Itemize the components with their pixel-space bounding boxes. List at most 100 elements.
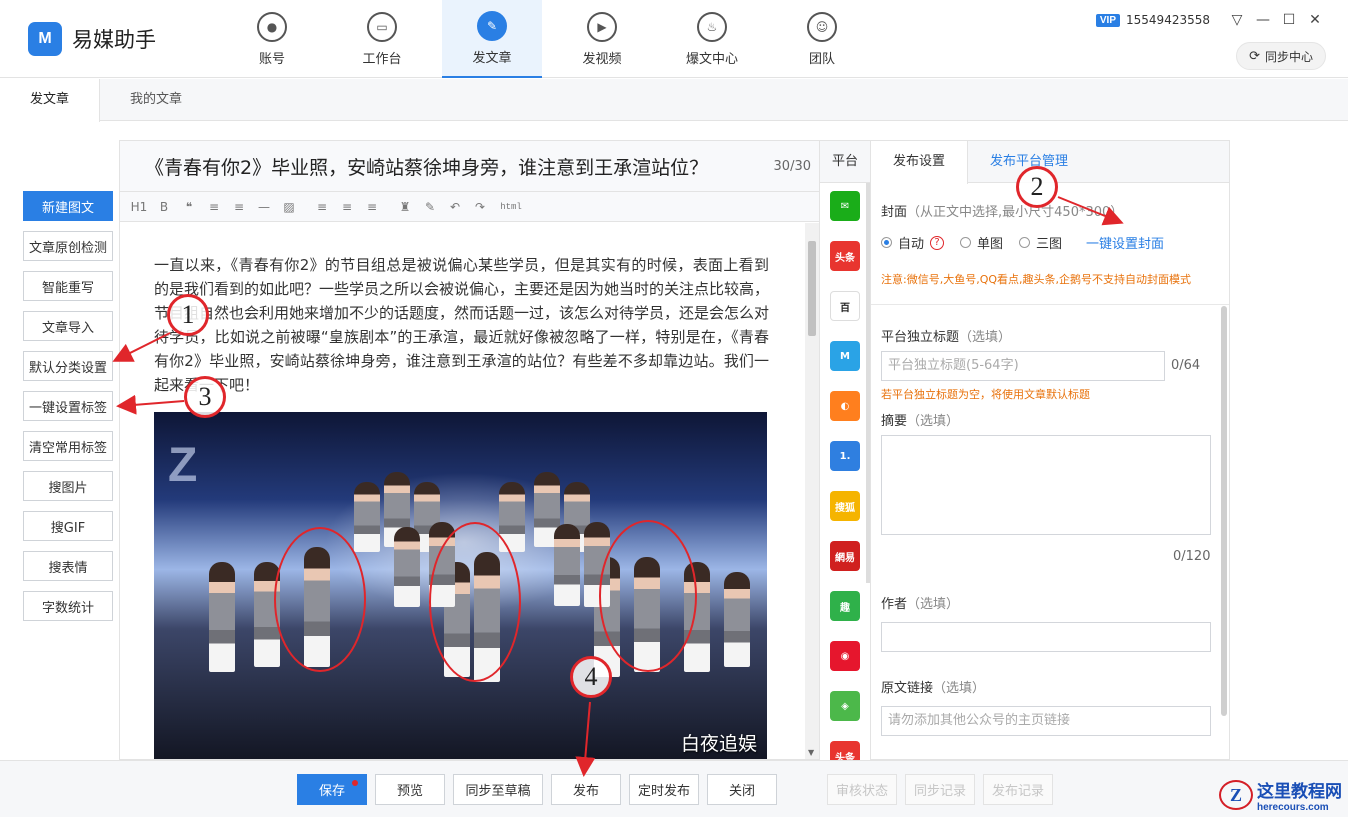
tool-button-7[interactable]: 搜图片 — [23, 471, 113, 501]
subtab-1[interactable]: 我的文章 — [100, 79, 212, 121]
author-input[interactable] — [881, 622, 1211, 652]
platform-title-input[interactable]: 平台独立标题(5-64字) — [881, 351, 1165, 381]
sohu-icon[interactable]: 搜狐 — [830, 491, 860, 521]
sync-draft-button[interactable]: 同步至草稿 — [453, 774, 543, 805]
save-button[interactable]: 保存 — [297, 774, 367, 805]
weibo-icon[interactable]: ◉ — [830, 641, 860, 671]
site-watermark: Z 这里教程网 herecours.com — [1219, 777, 1342, 813]
toolbar-button-7-icon[interactable]: ≡ — [311, 196, 333, 218]
tool-button-5[interactable]: 一键设置标签 — [23, 391, 113, 421]
toolbar-button-12-icon[interactable]: ↶ — [444, 196, 466, 218]
nav-item-1[interactable]: ▭ 工作台 — [332, 0, 432, 78]
nav-item-5[interactable]: ☺ 团队 — [772, 0, 872, 78]
radio-icon — [960, 237, 972, 248]
title-char-count: 30/30 — [773, 158, 811, 174]
photo-watermark: 白夜追娱 — [680, 733, 757, 755]
settings-tab-0[interactable]: 发布设置 — [871, 141, 969, 184]
toutiao2-icon[interactable]: 头条 — [830, 741, 860, 760]
cover-option-label: 自动 — [898, 237, 925, 252]
subtab-0[interactable]: 发文章 — [0, 79, 101, 122]
tool-button-9[interactable]: 搜表情 — [23, 551, 113, 581]
schedule-publish-button[interactable]: 定时发布 — [629, 774, 699, 805]
toolbar-button-14-icon[interactable]: html — [494, 196, 528, 218]
tool-button-8[interactable]: 搜GIF — [23, 511, 113, 541]
editor-content[interactable]: 一直以来，《青春有你2》的节目组总是被说偏心某些学员，但是其实有的时候，表面上看… — [154, 253, 769, 759]
summary-textarea[interactable] — [881, 435, 1211, 535]
toolbar-button-1-icon[interactable]: B — [153, 196, 175, 218]
sync-center-button[interactable]: ⟳ 同步中心 — [1236, 42, 1326, 70]
article-body[interactable]: 一直以来，《青春有你2》的节目组总是被说偏心某些学员，但是其实有的时候，表面上看… — [154, 253, 769, 397]
tool-button-10[interactable]: 字数统计 — [23, 591, 113, 621]
publish-settings-panel: 发布设置 发布平台管理 封面（从正文中选择,最小尺寸450*300） 自动? 单图三… — [870, 140, 1230, 760]
cover-option-2[interactable]: 三图 — [1019, 233, 1062, 252]
platform-title-label-text: 平台独立标题 — [881, 330, 960, 345]
tool-button-3[interactable]: 文章导入 — [23, 311, 113, 341]
publish-button[interactable]: 发布 — [551, 774, 621, 805]
scroll-down-icon[interactable]: ▼ — [808, 748, 814, 757]
site-name: 这里教程网 — [1257, 782, 1342, 802]
optional-hint: （选填） — [907, 597, 960, 612]
sub-tabs: 发文章 我的文章 — [0, 79, 1348, 122]
help-icon[interactable]: ? — [930, 235, 945, 250]
settings-scrollbar[interactable] — [1221, 306, 1227, 716]
tool-button-6[interactable]: 清空常用标签 — [23, 431, 113, 461]
source-link-input[interactable]: 请勿添加其他公众号的主页链接 — [881, 706, 1211, 736]
article-photo[interactable]: Z 白夜追娱 — [154, 412, 767, 759]
tool-button-2[interactable]: 智能重写 — [23, 271, 113, 301]
toolbar-button-2-icon[interactable]: ❝ — [178, 196, 200, 218]
toolbar-button-10-icon[interactable]: ♜ — [394, 196, 416, 218]
editor-scrollbar[interactable]: ▼ — [805, 223, 819, 759]
aiqiyi-icon[interactable]: ◈ — [830, 691, 860, 721]
close-button[interactable]: 关闭 — [707, 774, 777, 805]
toolbar-button-3-icon[interactable]: ≡ — [203, 196, 225, 218]
site-domain: herecours.com — [1257, 802, 1329, 813]
baijia-icon[interactable]: 百 — [830, 291, 860, 321]
qutoutiao-icon[interactable]: 趣 — [830, 591, 860, 621]
toolbar-button-11-icon[interactable]: ✎ — [419, 196, 441, 218]
toolbar-button-4-icon[interactable]: ≡ — [228, 196, 250, 218]
cover-option-1[interactable]: 单图 — [960, 233, 1003, 252]
toolbar-button-9-icon[interactable]: ≡ — [361, 196, 383, 218]
preview-button[interactable]: 预览 — [375, 774, 445, 805]
nav-item-3[interactable]: ▶ 发视频 — [552, 0, 652, 78]
nav-item-0[interactable]: ● 账号 — [222, 0, 322, 78]
auto-cover-link[interactable]: 一键设置封面 — [1086, 233, 1164, 252]
sync-record-button[interactable]: 同步记录 — [905, 774, 975, 805]
user-phone[interactable]: 15549423558 — [1126, 13, 1210, 27]
publish-record-button[interactable]: 发布记录 — [983, 774, 1053, 805]
yidianzixun-icon[interactable]: 1. — [830, 441, 860, 471]
dropdown-icon[interactable]: ▽ — [1224, 12, 1250, 28]
scroll-thumb[interactable] — [808, 241, 816, 336]
site-logo-text: 这里教程网 herecours.com — [1257, 777, 1342, 813]
toutiao-icon[interactable]: 头条 — [830, 241, 860, 271]
nav-label: 账号 — [258, 51, 285, 67]
annotation-marker-4: 4 — [570, 656, 612, 698]
optional-hint: （选填） — [959, 330, 1012, 345]
review-status-button[interactable]: 审核状态 — [827, 774, 897, 805]
yidian-icon[interactable]: M — [830, 341, 860, 371]
tool-button-4[interactable]: 默认分类设置 — [23, 351, 113, 381]
cover-option-0[interactable]: 自动? — [881, 233, 945, 252]
source-link-label: 原文链接（选填） — [881, 677, 985, 696]
toolbar-button-8-icon[interactable]: ≡ — [336, 196, 358, 218]
tool-button-1[interactable]: 文章原创检测 — [23, 231, 113, 261]
author-label-text: 作者 — [881, 597, 908, 612]
nav-item-4[interactable]: ♨ 爆文中心 — [662, 0, 762, 78]
article-title-input[interactable]: 《青春有你2》毕业照，安崎站蔡徐坤身旁，谁注意到王承渲站位？ — [145, 153, 774, 180]
toolbar-button-6-icon[interactable]: ▨ — [278, 196, 300, 218]
save-button-label: 保存 — [318, 784, 345, 799]
netease-icon[interactable]: 網易 — [830, 541, 860, 571]
close-icon[interactable]: ✕ — [1302, 12, 1328, 28]
toolbar-button-5-icon[interactable]: — — [253, 196, 275, 218]
maximize-icon[interactable]: ☐ — [1276, 12, 1302, 28]
toolbar-button-0-icon[interactable]: H1 — [128, 196, 150, 218]
wechat-icon[interactable]: ✉ — [830, 191, 860, 221]
minimize-icon[interactable]: — — [1250, 12, 1276, 28]
tool-button-0[interactable]: 新建图文 — [23, 191, 113, 221]
nav-item-2[interactable]: ✎ 发文章 — [442, 0, 542, 78]
article-editor: 《青春有你2》毕业照，安崎站蔡徐坤身旁，谁注意到王承渲站位？ 30/30 H1 B… — [119, 140, 820, 760]
person-figure — [394, 527, 420, 607]
toolbar-button-13-icon[interactable]: ↷ — [469, 196, 491, 218]
play-icon: ▶ — [587, 11, 617, 42]
dayu-icon[interactable]: ◐ — [830, 391, 860, 421]
